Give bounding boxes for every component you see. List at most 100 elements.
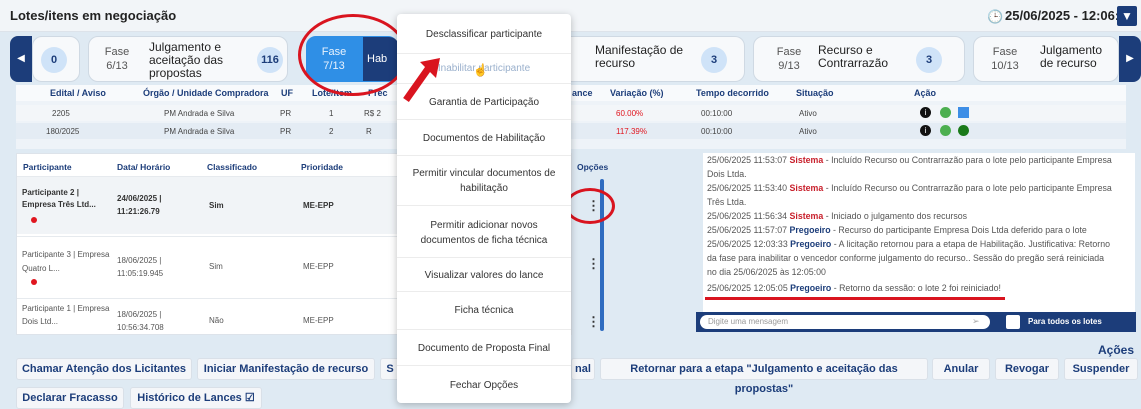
table-row[interactable]: 2205 PM Andrada e Silva PR 1 R$ 2 60.00%… — [16, 105, 1126, 121]
phase-number: Fase 6/13 — [104, 46, 130, 72]
menu-item-allow-link-docs[interactable]: Permitir vincular documentos de habilita… — [397, 156, 571, 206]
status-dot — [31, 217, 37, 223]
cell-edital: 180/2025 — [46, 127, 80, 136]
phase-count-badge: 3 — [916, 47, 942, 73]
menu-item-allow-new-docs[interactable]: Permitir adicionar novos documentos de f… — [397, 206, 571, 258]
actions-title: Ações — [1098, 343, 1135, 357]
info-icon[interactable]: i — [920, 125, 931, 136]
options-icon[interactable]: ⋮ — [587, 256, 600, 272]
chat-message-cont: Três Ltda. — [707, 197, 747, 207]
all-lots-label: Para todos os lotes — [1028, 317, 1102, 326]
phase-card-8[interactable]: Manifestação de recurso 3 — [571, 36, 745, 82]
column-header: Classificado — [207, 162, 258, 172]
participant-classified: Sim — [209, 201, 224, 210]
chat-input-bar: Digite uma mensagem ➢ Para todos os lote… — [696, 312, 1136, 332]
action-button-partial-2[interactable]: nal — [571, 358, 595, 380]
phase-card-6[interactable]: Fase 6/13 Julgamento e aceitação das pro… — [88, 36, 288, 82]
annul-button[interactable]: Anular — [932, 358, 990, 380]
participant-name: Participante 2 | — [22, 188, 79, 197]
chat-message: 25/06/2025 12:05:05 Pregoeiro - Retorno … — [707, 283, 1001, 293]
cell-lote: 1 — [329, 109, 334, 118]
cell-orgao: PM Andrada e Silva — [164, 127, 235, 136]
clock-icon: 🕒 — [987, 9, 1004, 24]
all-lots-checkbox[interactable] — [1006, 315, 1020, 329]
phase-card-9[interactable]: Fase 9/13 Recurso e Contrarrazão 3 — [753, 36, 965, 82]
cell-variacao: 60.00% — [616, 109, 644, 118]
highlight-circle-options — [565, 188, 615, 224]
menu-item-data-sheet[interactable]: Ficha técnica — [397, 292, 571, 330]
column-header: Data/ Horário — [117, 162, 171, 172]
phase-count-badge: 3 — [701, 47, 727, 73]
return-to-judgment-button[interactable]: Retornar para a etapa "Julgamento e acei… — [600, 358, 928, 395]
menu-item-qualification-docs[interactable]: Documentos de Habilitação — [397, 120, 571, 156]
cell-uf: PR — [280, 109, 292, 118]
suspend-button[interactable]: Suspender — [1064, 358, 1138, 380]
menu-item-final-proposal[interactable]: Documento de Proposta Final — [397, 330, 571, 366]
cell-uf: PR — [280, 127, 292, 136]
options-icon[interactable]: ⋮ — [587, 314, 600, 330]
filter-icon[interactable]: ▼ — [1117, 6, 1137, 26]
send-icon[interactable]: ➢ — [972, 316, 984, 328]
cell-edital: 2205 — [52, 109, 70, 118]
column-header: Prioridade — [301, 162, 344, 172]
revoke-button[interactable]: Revogar — [995, 358, 1059, 380]
chat-message: 25/06/2025 11:53:40 Sistema - Incluído R… — [707, 183, 1112, 193]
chat-message-cont: Dois Ltda. — [707, 169, 747, 179]
cell-tempo: 00:10:00 — [701, 127, 733, 136]
phase-card-10[interactable]: Fase 10/13 Julgamento de recurso — [973, 36, 1119, 82]
page-title: Lotes/itens em negociação — [10, 8, 177, 23]
phase-count-badge: 116 — [257, 47, 283, 73]
annotation-arrow-icon — [403, 58, 440, 103]
highlight-underline — [705, 297, 1005, 300]
phase-name: Manifestação de recurso — [595, 43, 684, 70]
phase-number: Fase 9/13 — [776, 46, 802, 72]
chat-message-input[interactable]: Digite uma mensagem — [700, 315, 990, 329]
clock-status-icon[interactable] — [940, 107, 951, 118]
participant-time: 10:56:34.708 — [117, 323, 164, 332]
call-attention-button[interactable]: Chamar Atenção dos Licitantes — [16, 358, 192, 380]
cell-orgao: PM Andrada e Silva — [164, 109, 235, 118]
clock-status-icon[interactable] — [940, 125, 951, 136]
participant-priority: ME-EPP — [303, 316, 334, 325]
participant-priority: ME-EPP — [303, 262, 334, 271]
cell-tempo: 00:10:00 — [701, 109, 733, 118]
participant-classified: Sim — [209, 262, 223, 271]
chat-message: 25/06/2025 11:57:07 Pregoeiro - Recurso … — [707, 225, 1087, 235]
column-header: Ação — [914, 88, 937, 98]
participant-name: Participante 1 | Empresa — [22, 304, 110, 313]
session-datetime: 25/06/2025 - 12:06:28 — [1005, 8, 1134, 23]
chat-message: 25/06/2025 11:56:34 Sistema - Iniciado o… — [707, 211, 968, 221]
column-header: Participante — [23, 162, 72, 172]
menu-item-view-bids[interactable]: Visualizar valores do lance — [397, 258, 571, 292]
table-row[interactable]: 180/2025 PM Andrada e Silva PR 2 R 117.3… — [16, 123, 1126, 139]
menu-item-disqualify[interactable]: Desclassificar participante — [397, 14, 571, 54]
cursor-icon: ☝ — [473, 63, 488, 77]
cell-lote: 2 — [329, 127, 334, 136]
participant-priority: ME-EPP — [303, 201, 334, 210]
document-icon[interactable] — [958, 107, 969, 118]
phase-prev-button[interactable]: ◀ — [10, 36, 32, 82]
column-header: Situação — [796, 88, 834, 98]
start-appeal-button[interactable]: Iniciar Manifestação de recurso — [197, 358, 375, 380]
cell-situacao: Ativo — [799, 127, 817, 136]
column-header: ance — [572, 88, 593, 98]
column-header: Variação (%) — [610, 88, 664, 98]
cell-preco: R$ 2 — [364, 109, 381, 118]
status-dot-icon[interactable] — [958, 125, 969, 136]
highlight-circle-phase — [298, 14, 408, 96]
column-header: Órgão / Unidade Compradora — [143, 88, 269, 98]
status-dot — [31, 279, 37, 285]
info-icon[interactable]: i — [920, 107, 931, 118]
cell-situacao: Ativo — [799, 109, 817, 118]
declare-failure-button[interactable]: Declarar Fracasso — [16, 387, 124, 409]
cell-variacao: 117.39% — [616, 127, 647, 136]
bid-history-button[interactable]: Histórico de Lances ☑ — [130, 387, 262, 409]
phase-name: Julgamento de recurso — [1040, 43, 1103, 70]
phase-name: Recurso e Contrarrazão — [818, 43, 889, 70]
participant-date: 24/06/2025 | — [117, 194, 162, 203]
participant-date: 18/06/2025 | — [117, 256, 162, 265]
menu-item-close-options[interactable]: Fechar Opções — [397, 366, 571, 403]
phase-card-first[interactable]: 0 — [32, 36, 80, 82]
phase-next-button[interactable]: ▶ — [1119, 36, 1141, 82]
column-header: Opções — [577, 162, 609, 172]
